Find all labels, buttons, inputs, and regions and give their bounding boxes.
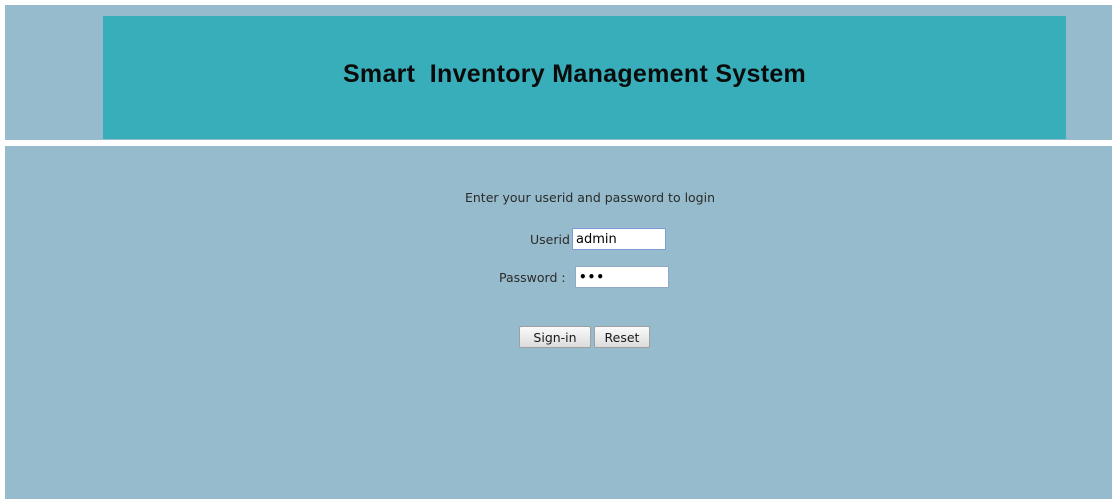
password-label: Password : — [499, 270, 566, 285]
header: Smart Inventory Management System — [5, 5, 1112, 139]
userid-input[interactable] — [572, 228, 666, 250]
password-input[interactable] — [575, 266, 669, 288]
sign-in-button[interactable]: Sign-in — [519, 326, 591, 348]
login-form: Enter your userid and password to login … — [5, 146, 1112, 499]
header-banner: Smart Inventory Management System — [103, 16, 1066, 139]
app-title: Smart Inventory Management System — [342, 60, 807, 88]
reset-button[interactable]: Reset — [594, 326, 650, 348]
login-instruction: Enter your userid and password to login — [464, 190, 716, 205]
userid-label: Userid — [530, 232, 570, 247]
page: Smart Inventory Management System Enter … — [5, 5, 1112, 499]
